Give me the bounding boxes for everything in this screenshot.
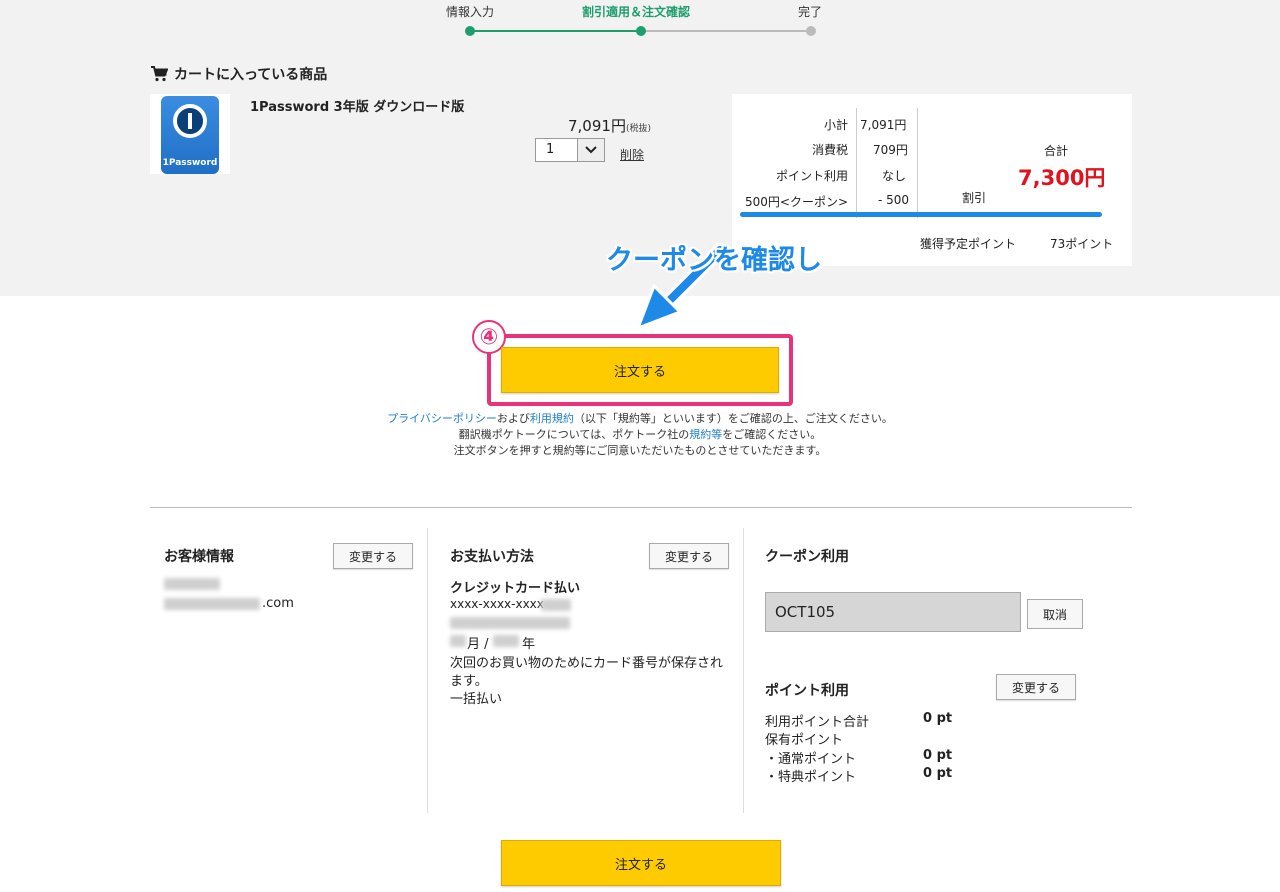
points-total-label: 利用ポイント合計 [765,715,870,730]
coupon-discount-label: 500円<クーポン> [744,195,848,209]
order-button-top[interactable]: 注文する [501,347,779,393]
points-normal-label: ・通常ポイント [765,752,857,767]
order-button-bottom[interactable]: 注文する [501,840,781,886]
earn-points-value: 73ポイント [1050,237,1114,251]
card-number-redacted [541,599,571,611]
customer-change-button[interactable]: 変更する [333,543,413,569]
summary-divider-1 [856,108,857,218]
column-divider-2 [743,528,744,813]
cart-title: カートに入っている商品 [150,64,327,84]
step-dot-1 [465,26,475,36]
notice-line-2: 翻訳機ポケトークについては、ポケトーク社の規約等をご確認ください。 [300,426,980,442]
customer-email-redacted [164,598,260,610]
annotation-callout: クーポンを確認し [606,245,822,276]
price-value: 7,091円 [568,117,626,135]
points-used-value: なし [882,169,907,183]
terms-link[interactable]: 利用規約 [530,412,574,425]
points-used-label: ポイント利用 [775,169,848,183]
points-change-button[interactable]: 変更する [996,674,1076,700]
coupon-title: クーポン利用 [765,549,849,565]
subtotal-label: 小計 [823,118,848,132]
points-bonus-value: 0 pt [923,766,953,781]
notice-connector: および [496,412,530,425]
payment-method-title: お支払い方法 [450,549,534,565]
quantity-value: 1 [546,142,555,157]
cart-icon [151,66,168,82]
step-complete: 完了 [798,5,823,19]
tax-label: 消費税 [811,143,848,157]
step-dot-2 [636,26,646,36]
product-image[interactable]: 1Password [150,94,230,174]
product-logo-text: 1Password [162,158,218,168]
quantity-select[interactable]: 1 [535,138,605,162]
notice-line-2-post: をご確認ください。 [722,428,822,441]
notice-line-1-rest: （以下「規約等」といいます）をご確認の上、ご注文ください。 [573,412,893,425]
column-divider-1 [427,528,428,813]
card-year-redacted [493,635,519,647]
tax-note: (税抜) [625,124,651,134]
customer-name-redacted [164,578,220,590]
points-held-label: 保有ポイント [765,733,844,748]
card-holder-redacted [450,617,570,629]
card-save-note-1: 次回のお買い物のためにカード番号が保存され [450,656,724,671]
coupon-discount-value: - 500 [878,193,910,207]
total-label: 合計 [1044,144,1069,158]
product-price: 7,091円(税抜) [568,115,651,136]
payment-method-name: クレジットカード払い [450,581,581,596]
notice-line-1: プライバシーポリシーおよび利用規約（以下「規約等」といいます）をご確認の上、ご注… [300,410,980,426]
tax-value: 709円 [873,143,908,157]
privacy-policy-link[interactable]: プライバシーポリシー [387,412,497,425]
step-line-pending [642,30,812,32]
coupon-code-field[interactable]: OCT105 [765,592,1021,632]
card-year-label: 年 [522,637,536,652]
installment-type: 一括払い [450,692,503,707]
points-total-value: 0 pt [923,711,953,726]
delete-link[interactable]: 削除 [620,146,644,163]
card-month-redacted [450,635,466,647]
points-normal-value: 0 pt [923,748,953,763]
total-value: 7,300円 [1018,166,1106,190]
payment-change-button[interactable]: 変更する [649,543,729,569]
step-dot-3 [806,26,816,36]
points-bonus-label: ・特典ポイント [765,770,857,785]
card-save-note-2: ます。 [450,674,488,689]
annotation-underline [740,212,1102,217]
summary-divider-2 [917,108,918,218]
keyhole-slot [188,113,192,129]
subtotal-value: 7,091円 [860,118,907,132]
chevron-down-icon [576,139,604,161]
notice-line-2-pre: 翻訳機ポケトークについては、ポケトーク社の [458,428,690,441]
step-line-done [470,30,642,32]
section-divider [150,507,1132,508]
earn-points-label: 獲得予定ポイント [920,237,1017,251]
product-logo: 1Password [161,96,219,174]
card-number-prefix: xxxx-xxxx-xxxx- [450,597,549,611]
card-month-label: 月 / [467,637,489,652]
customer-info-title: お客様情報 [164,549,234,565]
customer-email-suffix: .com [262,596,294,611]
step-info-input: 情報入力 [446,5,495,19]
discount-label: 割引 [962,191,987,205]
coupon-cancel-button[interactable]: 取消 [1027,599,1083,629]
notice-line-3: 注文ボタンを押すと規約等にご同意いただいたものとさせていただきます。 [453,444,827,457]
step-discount-confirm: 割引適用＆注文確認 [582,5,691,19]
points-title: ポイント利用 [765,683,849,699]
product-name[interactable]: 1Password 3年版 ダウンロード版 [250,96,464,115]
cart-title-text: カートに入っている商品 [174,67,328,83]
pocketalk-terms-link[interactable]: 規約等 [689,428,722,441]
